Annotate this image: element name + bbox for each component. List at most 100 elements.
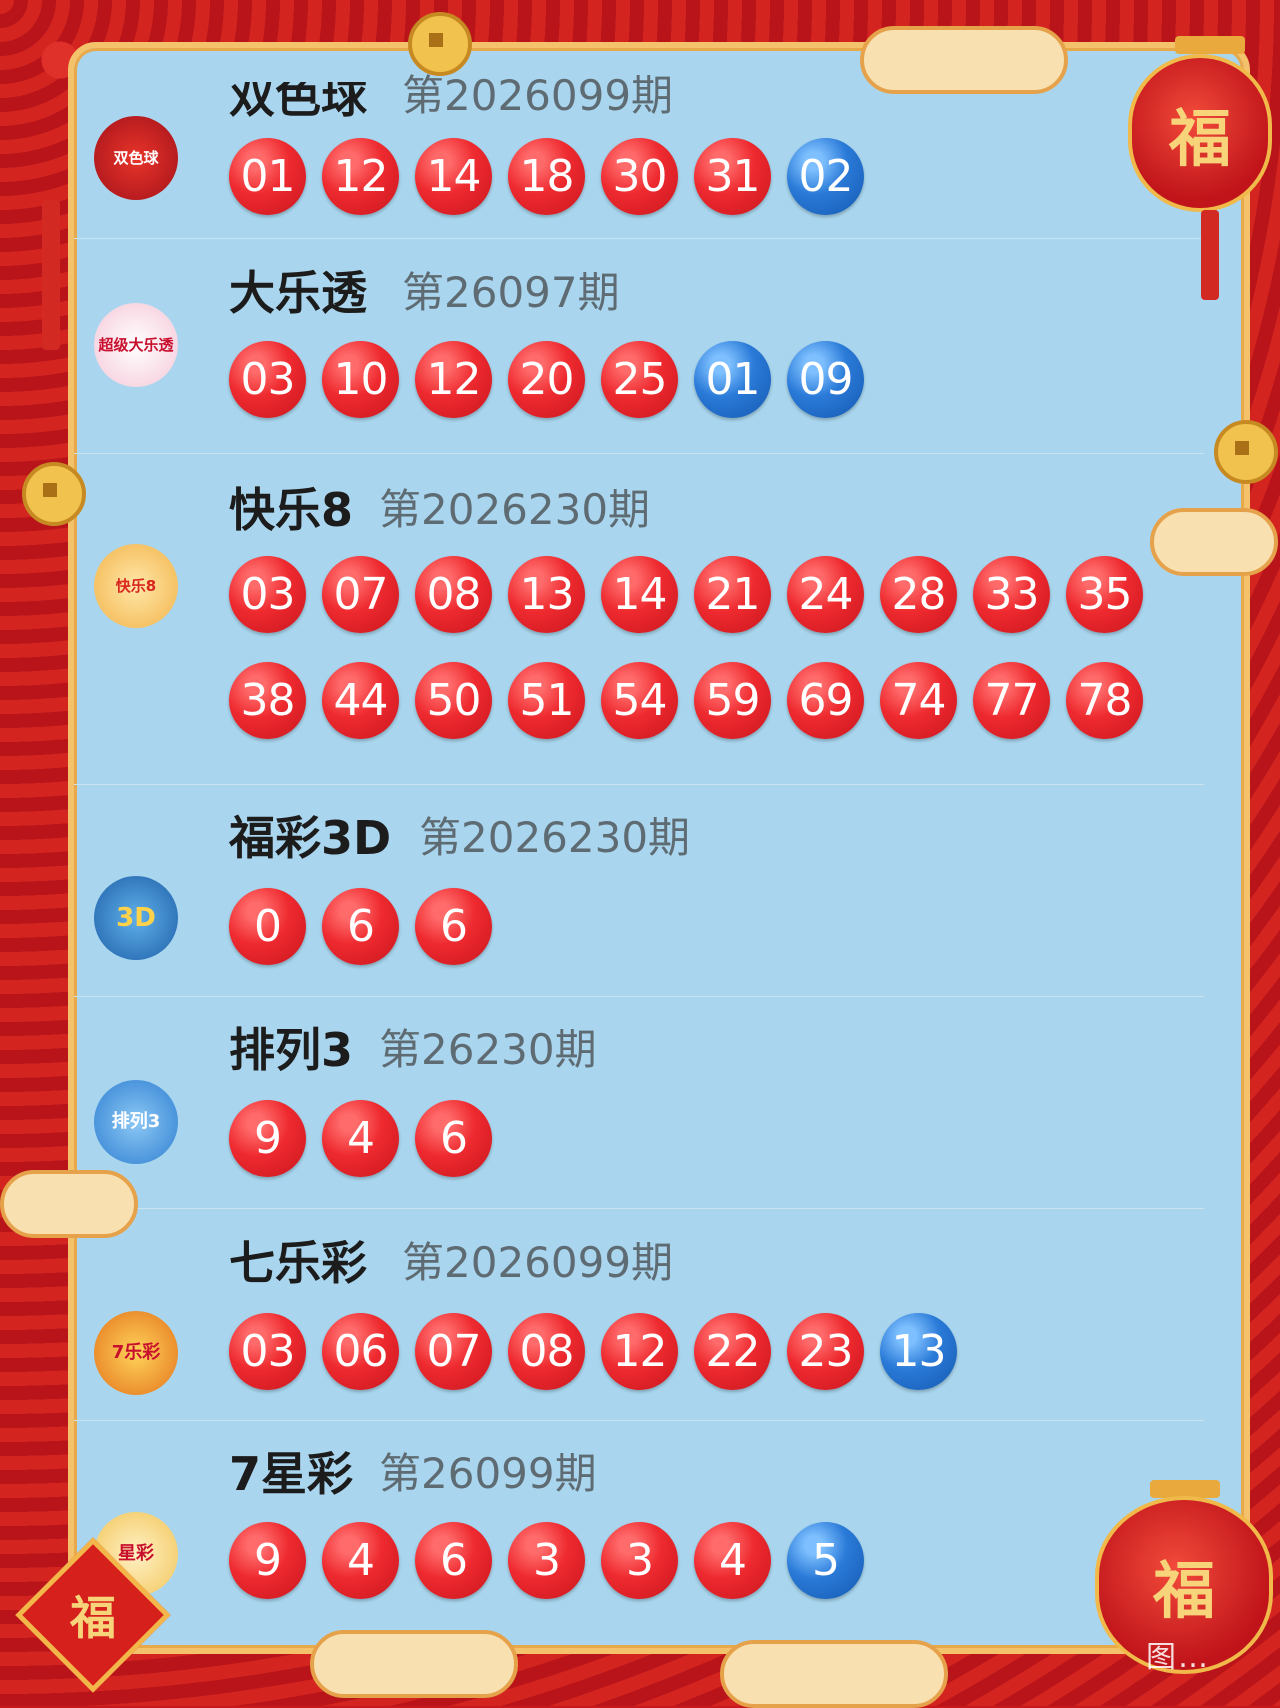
red-ball: 12	[601, 1313, 678, 1390]
results-panel: 双色球 双色球 第2026099期 01 12 14 18 30 31 02 超级大乐透 大…	[68, 42, 1250, 1654]
ball-row: 03 10 12 20 25 01 09	[229, 341, 864, 418]
lottery-title: 大乐透	[229, 266, 367, 320]
blue-ball: 02	[787, 138, 864, 215]
shuangseqiu-logo-icon: 双色球	[94, 116, 178, 200]
red-ball: 03	[229, 556, 306, 633]
kuaile8-logo-icon: 快乐8	[94, 544, 178, 628]
red-ball: 08	[415, 556, 492, 633]
red-ball: 10	[322, 341, 399, 418]
red-ball: 50	[415, 662, 492, 739]
red-ball: 3	[601, 1522, 678, 1599]
red-ball: 54	[601, 662, 678, 739]
red-ball: 20	[508, 341, 585, 418]
cloud-icon	[1150, 508, 1278, 576]
divider	[74, 1420, 1204, 1421]
red-ball: 01	[229, 138, 306, 215]
red-ball: 07	[322, 556, 399, 633]
lottery-title: 排列3	[229, 1023, 354, 1077]
red-ball: 74	[880, 662, 957, 739]
red-ball: 22	[694, 1313, 771, 1390]
red-ball: 35	[1066, 556, 1143, 633]
red-ball: 6	[322, 888, 399, 965]
lantern-icon: 福	[1128, 54, 1272, 212]
ball-row: 01 12 14 18 30 31 02	[229, 138, 864, 215]
cloud-icon	[310, 1630, 518, 1698]
red-ball: 14	[601, 556, 678, 633]
period-label: 第26099期	[379, 1449, 597, 1498]
red-ball: 78	[1066, 662, 1143, 739]
red-ball: 9	[229, 1100, 306, 1177]
red-ball: 12	[322, 138, 399, 215]
tassel-icon	[1201, 210, 1219, 300]
divider	[74, 453, 1204, 454]
lottery-title: 7星彩	[229, 1447, 354, 1501]
red-ball: 9	[229, 1522, 306, 1599]
red-ball: 14	[415, 138, 492, 215]
lottery-title: 快乐8	[229, 483, 354, 537]
red-ball: 18	[508, 138, 585, 215]
period-label: 第26230期	[379, 1025, 597, 1074]
daletou-logo-icon: 超级大乐透	[94, 303, 178, 387]
red-ball: 28	[880, 556, 957, 633]
ball-row: 03 07 08 13 14 21 24 28 33 35	[229, 556, 1143, 633]
red-ball: 4	[322, 1522, 399, 1599]
red-ball: 07	[415, 1313, 492, 1390]
red-ball: 51	[508, 662, 585, 739]
cloud-icon	[720, 1640, 948, 1708]
period-label: 第2026230期	[379, 485, 651, 534]
red-ball: 69	[787, 662, 864, 739]
red-ball: 21	[694, 556, 771, 633]
fucai3d-logo-icon: 3D	[94, 876, 178, 960]
coin-icon	[1214, 420, 1278, 484]
watermark: 图…	[1146, 1640, 1210, 1675]
red-ball: 25	[601, 341, 678, 418]
blue-ball: 09	[787, 341, 864, 418]
coin-icon	[22, 462, 86, 526]
qilecai-logo-icon: 7乐彩	[94, 1311, 178, 1395]
lottery-title: 七乐彩	[229, 1236, 367, 1290]
red-ball: 33	[973, 556, 1050, 633]
lottery-title: 福彩3D	[229, 811, 392, 865]
red-ball: 08	[508, 1313, 585, 1390]
red-ball: 30	[601, 138, 678, 215]
period-label: 第2026230期	[419, 813, 691, 862]
ball-row-2: 38 44 50 51 54 59 69 74 77 78	[229, 662, 1143, 739]
cloud-icon	[0, 1170, 138, 1238]
red-ball: 59	[694, 662, 771, 739]
lottery-title: 双色球	[229, 69, 367, 123]
red-ball: 44	[322, 662, 399, 739]
divider	[74, 996, 1204, 997]
red-ball: 38	[229, 662, 306, 739]
tassel-icon	[42, 200, 60, 350]
red-ball: 03	[229, 1313, 306, 1390]
cloud-icon	[860, 26, 1068, 94]
red-ball: 77	[973, 662, 1050, 739]
red-ball: 4	[694, 1522, 771, 1599]
period-label: 第26097期	[402, 268, 620, 317]
divider	[74, 784, 1204, 785]
red-ball: 12	[415, 341, 492, 418]
ball-row: 03 06 07 08 12 22 23 13	[229, 1313, 957, 1390]
red-ball: 6	[415, 1100, 492, 1177]
divider	[74, 1208, 1204, 1209]
red-ball: 13	[508, 556, 585, 633]
period-label: 第2026099期	[402, 1238, 674, 1287]
blue-ball: 01	[694, 341, 771, 418]
red-ball: 4	[322, 1100, 399, 1177]
red-ball: 06	[322, 1313, 399, 1390]
red-ball: 03	[229, 341, 306, 418]
coin-icon	[408, 12, 472, 76]
ball-row: 066	[229, 888, 492, 965]
red-ball: 3	[508, 1522, 585, 1599]
blue-ball: 13	[880, 1313, 957, 1390]
red-ball: 6	[415, 1522, 492, 1599]
ball-row: 9463345	[229, 1522, 864, 1599]
lantern-cap	[1175, 36, 1245, 54]
red-ball: 31	[694, 138, 771, 215]
red-ball: 24	[787, 556, 864, 633]
red-ball: 23	[787, 1313, 864, 1390]
ball-row: 946	[229, 1100, 492, 1177]
blue-ball: 5	[787, 1522, 864, 1599]
red-ball: 0	[229, 888, 306, 965]
divider	[74, 238, 1204, 239]
